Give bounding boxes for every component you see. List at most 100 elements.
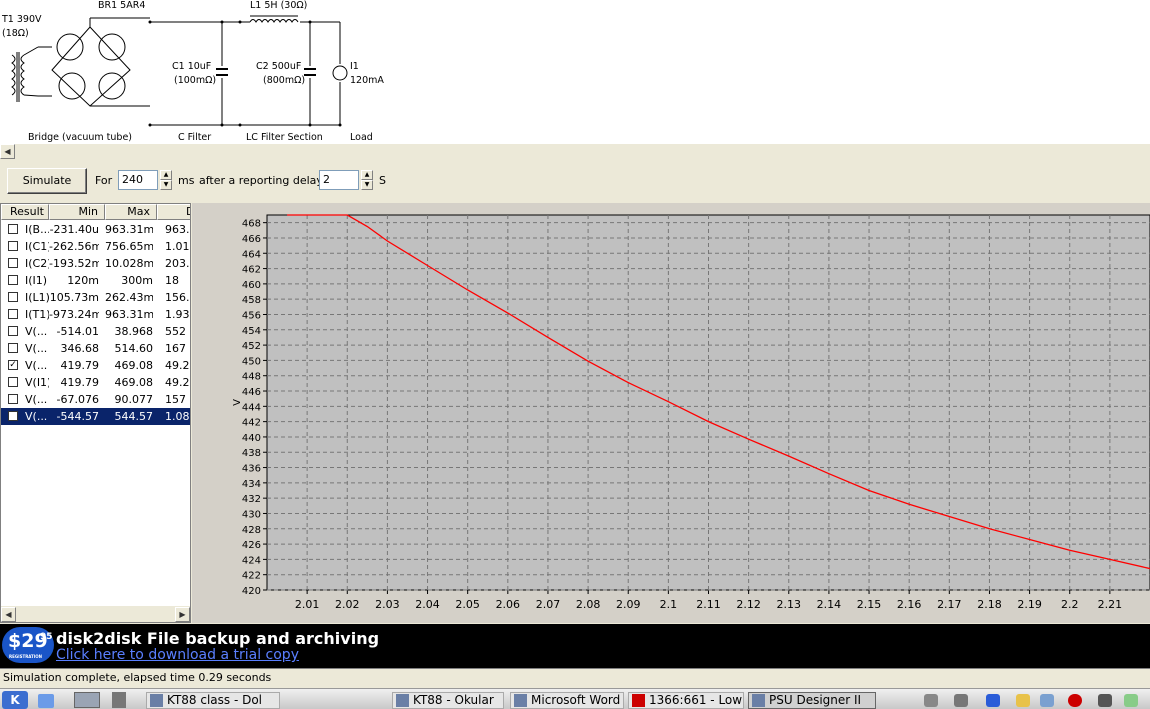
result-row[interactable]: I(L1)105.73m 262.43m 156.6 (1, 289, 190, 306)
result-max: 262.43m (105, 291, 153, 304)
x-tick-label: 2.21 (1098, 598, 1123, 611)
spin-down-icon[interactable]: ▼ (160, 180, 172, 190)
ad-download-link[interactable]: Click here to download a trial copy (56, 647, 299, 663)
result-row[interactable]: V(... -67.076 90.077 157 (1, 391, 190, 408)
home-folder-icon[interactable] (38, 694, 54, 708)
result-max: 756.65m (105, 240, 153, 253)
duration-input[interactable]: 240 (118, 170, 158, 190)
result-row[interactable]: V(... 346.68 514.60 167 (1, 340, 190, 357)
delay-spinner[interactable]: ▲ ▼ (361, 170, 373, 190)
kde-menu-icon[interactable]: K (2, 691, 28, 709)
result-row[interactable]: I(I1) 120m 300m 18 (1, 272, 190, 289)
taskbar-item-label: PSU Designer II (769, 693, 862, 707)
waveform-chart[interactable]: 2.01 2.02 2.03 2.04 2.05 2.06 2.07 2.08 2.09 2.1 2… (192, 203, 1150, 623)
results-horizontal-scrollbar[interactable]: ◀ ▶ (1, 606, 190, 622)
result-checkbox[interactable] (8, 394, 18, 404)
result-row[interactable]: V(I1) 419.79 469.08 49.2 (1, 374, 190, 391)
scroll-left-icon[interactable]: ◀ (0, 144, 15, 159)
updates-icon[interactable] (1124, 694, 1138, 707)
scroll-left-icon[interactable]: ◀ (1, 607, 16, 622)
max-column-header[interactable]: Max (105, 204, 157, 220)
results-list[interactable]: Result Min Max D I(B...-231.40u 963.31m 96… (0, 203, 191, 623)
x-tick-label: 2.14 (817, 598, 842, 611)
delta-column-header[interactable]: D (157, 204, 190, 220)
result-checkbox[interactable]: ✓ (8, 360, 18, 370)
result-column-header[interactable]: Result (1, 204, 49, 220)
battery-icon[interactable] (1098, 694, 1112, 707)
bluetooth-icon[interactable] (986, 694, 1000, 707)
scroll-right-icon[interactable]: ▶ (175, 607, 190, 622)
result-delta: 157 (165, 393, 186, 406)
result-min: 346.68 (60, 342, 100, 355)
ms-unit-label: ms (178, 174, 195, 187)
x-tick-label: 2.16 (897, 598, 922, 611)
result-row[interactable]: I(T1) -973.24m 963.31m 1.93 (1, 306, 190, 323)
y-tick-label: 438 (242, 448, 261, 459)
schematic-horizontal-scrollbar[interactable]: ◀ (0, 143, 1150, 160)
result-min: -67.076 (56, 393, 99, 406)
taskbar-item-label: 1366:661 - Low (649, 693, 743, 707)
tray-icon[interactable] (924, 694, 938, 707)
simulate-button[interactable]: Simulate (7, 168, 87, 194)
result-checkbox[interactable] (8, 309, 18, 319)
taskbar-item-active[interactable]: PSU Designer II (748, 692, 876, 709)
result-row[interactable]: I(B...-231.40u 963.31m 963.5 (1, 221, 190, 238)
result-delta: 1.089 (165, 410, 190, 423)
status-text: Simulation complete, elapsed time 0.29 s… (3, 671, 272, 684)
volume-icon[interactable] (954, 694, 968, 707)
result-row[interactable]: V(... -544.57 544.57 1.089 (1, 408, 190, 425)
y-tick-label: 452 (242, 341, 261, 352)
for-label: For (95, 174, 113, 187)
show-desktop-icon[interactable] (74, 692, 100, 708)
y-tick-label: 468 (242, 219, 261, 230)
ad-title[interactable]: disk2disk File backup and archiving (56, 630, 379, 648)
taskbar-item[interactable]: Microsoft Word (510, 692, 624, 709)
result-row[interactable]: V(... -514.01 38.968 552 (1, 323, 190, 340)
taskbar-item[interactable]: KT88 class - Dol (146, 692, 280, 709)
result-name: V(... (25, 359, 48, 372)
delay-input[interactable]: 2 (319, 170, 359, 190)
schematic-view[interactable]: T1 390V (18Ω) BR1 5AR4 L1 5H (30Ω) C1 10… (0, 0, 1150, 143)
result-checkbox[interactable] (8, 241, 18, 251)
x-tick-label: 2.01 (295, 598, 320, 611)
calculator-icon[interactable] (112, 692, 126, 708)
result-checkbox[interactable] (8, 275, 18, 285)
result-checkbox[interactable] (8, 411, 18, 421)
result-name: I(C2) (25, 257, 49, 270)
c1-label: C1 10uF (172, 61, 212, 72)
ad-banner[interactable]: $29 95 REGISTRATION disk2disk File backu… (0, 624, 1150, 668)
x-tick-label: 2.17 (937, 598, 962, 611)
min-column-header[interactable]: Min (49, 204, 105, 220)
taskbar-item[interactable]: KT88 - Okular (392, 692, 504, 709)
spin-up-icon[interactable]: ▲ (160, 170, 172, 180)
result-name: I(T1) (25, 308, 49, 321)
l1-label: L1 5H (30Ω) (250, 0, 308, 11)
taskbar-item[interactable]: 1366:661 - Low (628, 692, 744, 709)
clipboard-icon[interactable] (1016, 694, 1030, 707)
result-row[interactable]: I(C1) -262.56m 756.65m 1.01 (1, 238, 190, 255)
duration-spinner[interactable]: ▲ ▼ (160, 170, 172, 190)
c1-esr-label: (100mΩ) (174, 75, 217, 86)
network-icon[interactable] (1040, 694, 1054, 707)
result-min: -544.57 (56, 410, 99, 423)
result-row[interactable]: I(C2)-193.52m 10.028m 203.5 (1, 255, 190, 272)
result-name: V(... (25, 410, 48, 423)
y-tick-label: 462 (242, 265, 261, 276)
x-tick-label: 2.04 (415, 598, 440, 611)
result-checkbox[interactable] (8, 224, 18, 234)
spin-down-icon[interactable]: ▼ (361, 180, 373, 190)
result-row[interactable]: ✓ V(... 419.79 469.08 49.2 (1, 357, 190, 374)
spin-up-icon[interactable]: ▲ (361, 170, 373, 180)
result-checkbox[interactable] (8, 343, 18, 353)
result-delta: 1.01 (165, 240, 190, 253)
x-tick-label: 2.15 (857, 598, 882, 611)
result-checkbox[interactable] (8, 292, 18, 302)
result-checkbox[interactable] (8, 326, 18, 336)
result-min: 105.73m (49, 291, 99, 304)
price-badge[interactable]: $29 95 REGISTRATION (2, 627, 54, 663)
opera-icon[interactable] (1068, 694, 1082, 707)
result-checkbox[interactable] (8, 258, 18, 268)
result-checkbox[interactable] (8, 377, 18, 387)
taskbar-item-label: KT88 class - Dol (167, 693, 263, 707)
result-delta: 49.2 (165, 376, 190, 389)
